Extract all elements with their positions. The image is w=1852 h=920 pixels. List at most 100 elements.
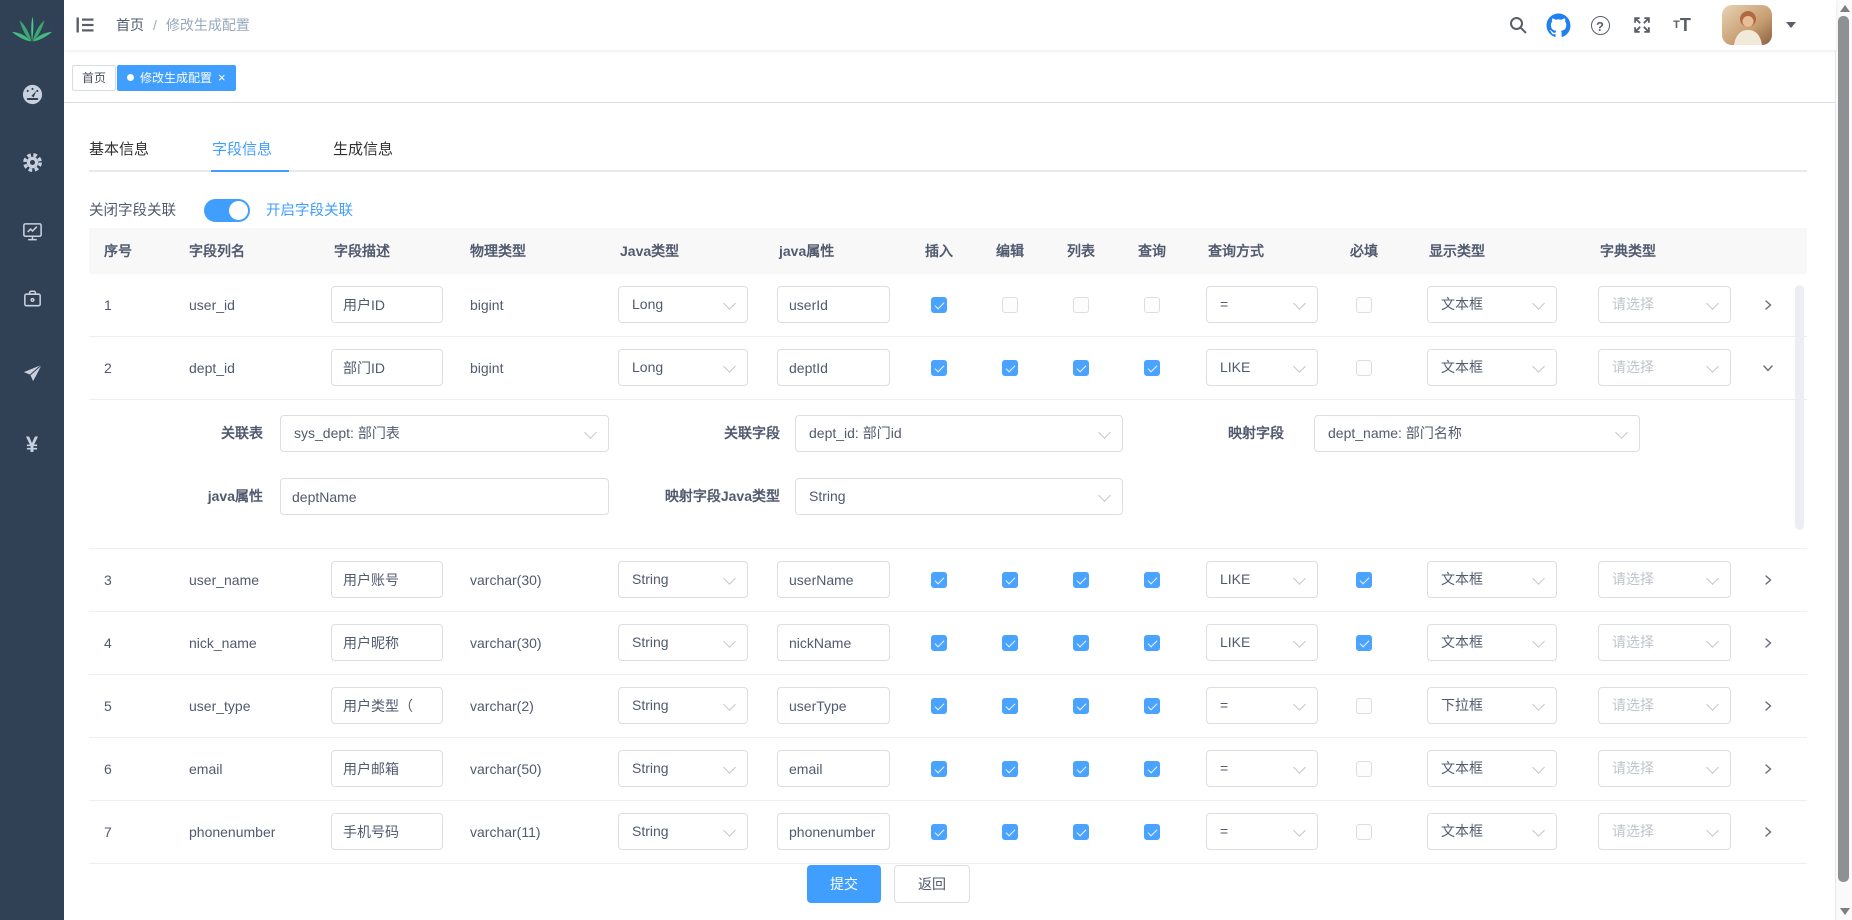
required-checkbox[interactable] [1356,572,1372,588]
insert-checkbox[interactable] [931,635,947,651]
query-type-select[interactable]: = [1206,687,1318,724]
dict-type-select[interactable]: 请选择 [1598,687,1731,724]
java-type-select[interactable]: String [618,561,748,598]
edit-checkbox[interactable] [1002,761,1018,777]
insert-checkbox[interactable] [931,761,947,777]
java-field-input[interactable] [777,813,890,850]
required-checkbox[interactable] [1356,698,1372,714]
query-checkbox[interactable] [1144,761,1160,777]
fullscreen-icon[interactable] [1628,11,1656,39]
java-field-input[interactable] [777,687,890,724]
java-type-select[interactable]: String [618,687,748,724]
query-type-select[interactable]: LIKE [1206,624,1318,661]
github-icon[interactable] [1544,11,1572,39]
tab-generate-info[interactable]: 生成信息 [333,128,393,172]
edit-checkbox[interactable] [1002,572,1018,588]
relation-table-select[interactable]: sys_dept: 部门表 [280,415,609,452]
expand-icon[interactable] [1761,298,1775,312]
relation-toggle-switch[interactable] [204,199,250,222]
mapping-field-select[interactable]: dept_name: 部门名称 [1314,415,1640,452]
html-type-select[interactable]: 文本框 [1427,286,1557,323]
desc-input[interactable] [331,561,443,598]
query-checkbox[interactable] [1144,360,1160,376]
insert-checkbox[interactable] [931,360,947,376]
query-checkbox[interactable] [1144,698,1160,714]
relation-field-select[interactable]: dept_id: 部门id [795,415,1123,452]
app-logo[interactable] [0,8,64,52]
scroll-up-arrow[interactable] [1840,5,1850,12]
query-checkbox[interactable] [1144,297,1160,313]
java-type-select[interactable]: String [618,813,748,850]
list-checkbox[interactable] [1073,635,1089,651]
dict-type-select[interactable]: 请选择 [1598,813,1731,850]
required-checkbox[interactable] [1356,824,1372,840]
desc-input[interactable] [331,813,443,850]
required-checkbox[interactable] [1356,360,1372,376]
dict-type-select[interactable]: 请选择 [1598,286,1731,323]
expand-icon[interactable] [1761,636,1775,650]
java-type-select[interactable]: String [618,624,748,661]
query-checkbox[interactable] [1144,572,1160,588]
html-type-select[interactable]: 文本框 [1427,813,1557,850]
edit-checkbox[interactable] [1002,360,1018,376]
edit-checkbox[interactable] [1002,635,1018,651]
query-type-select[interactable]: = [1206,813,1318,850]
query-type-select[interactable]: LIKE [1206,349,1318,386]
tab-field-info[interactable]: 字段信息 [212,128,272,172]
required-checkbox[interactable] [1356,297,1372,313]
html-type-select[interactable]: 文本框 [1427,349,1557,386]
dict-type-select[interactable]: 请选择 [1598,624,1731,661]
table-scrollbar-thumb[interactable] [1795,285,1804,530]
query-type-select[interactable]: = [1206,286,1318,323]
html-type-select[interactable]: 文本框 [1427,561,1557,598]
insert-checkbox[interactable] [931,572,947,588]
back-button[interactable]: 返回 [894,865,970,903]
search-icon[interactable] [1504,11,1532,39]
query-type-select[interactable]: = [1206,750,1318,787]
tag-active-page[interactable]: 修改生成配置× [117,65,236,91]
expand-icon[interactable] [1761,573,1775,587]
dict-type-select[interactable]: 请选择 [1598,750,1731,787]
help-icon[interactable]: ? [1586,11,1614,39]
html-type-select[interactable]: 文本框 [1427,624,1557,661]
java-type-select[interactable]: Long [618,286,748,323]
java-type-select[interactable]: Long [618,349,748,386]
sidebar-item-pay[interactable]: ¥ [0,423,64,467]
list-checkbox[interactable] [1073,761,1089,777]
sidebar-item-dashboard[interactable] [0,75,64,119]
query-checkbox[interactable] [1144,635,1160,651]
dict-type-select[interactable]: 请选择 [1598,349,1731,386]
sidebar-item-system[interactable] [0,143,64,187]
caret-down-icon[interactable] [1786,22,1796,28]
list-checkbox[interactable] [1073,824,1089,840]
sidebar-item-tool[interactable] [0,279,64,323]
sidebar-item-monitor[interactable] [0,212,64,256]
query-type-select[interactable]: LIKE [1206,561,1318,598]
desc-input[interactable] [331,349,443,386]
java-field-input[interactable] [777,349,890,386]
expand-icon[interactable] [1761,825,1775,839]
edit-checkbox[interactable] [1002,824,1018,840]
mapping-java-type-select[interactable]: String [795,478,1123,515]
desc-input[interactable] [331,624,443,661]
dict-type-select[interactable]: 请选择 [1598,561,1731,598]
insert-checkbox[interactable] [931,698,947,714]
close-icon[interactable]: × [218,70,226,85]
java-field-input[interactable] [777,750,890,787]
list-checkbox[interactable] [1073,572,1089,588]
html-type-select[interactable]: 下拉框 [1427,687,1557,724]
scroll-down-arrow[interactable] [1840,908,1850,915]
java-type-select[interactable]: String [618,750,748,787]
list-checkbox[interactable] [1073,297,1089,313]
sidebar-fold-icon[interactable] [74,14,96,36]
breadcrumb-home[interactable]: 首页 [116,17,144,33]
list-checkbox[interactable] [1073,698,1089,714]
desc-input[interactable] [331,750,443,787]
avatar[interactable] [1722,5,1772,45]
expand-icon[interactable] [1761,361,1775,375]
edit-checkbox[interactable] [1002,297,1018,313]
desc-input[interactable] [331,286,443,323]
desc-input[interactable] [331,687,443,724]
html-type-select[interactable]: 文本框 [1427,750,1557,787]
required-checkbox[interactable] [1356,635,1372,651]
